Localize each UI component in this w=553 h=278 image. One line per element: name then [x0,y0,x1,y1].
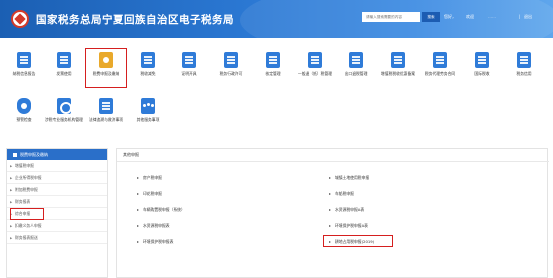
tax-bureau-logo-icon [11,10,29,28]
menu-item-export[interactable]: 出口退税管理 [334,52,378,76]
group-icon [141,98,155,114]
reduction-icon [141,52,155,68]
triangle-bullet-icon [137,209,139,211]
triangle-bullet-icon [137,193,139,195]
header-separator: | [519,14,521,19]
sidebar-item-vat[interactable]: ▶ 增值税申报 [7,160,107,172]
vat-icon [391,52,405,68]
search-input[interactable] [362,12,420,22]
service-menu-grid: 纳税信息报告 发票使用 税费申报及缴纳 税收减免 证明开具 税务行政许可 核定管… [0,44,553,138]
tax-link-water-a[interactable]: 水资源税申报A表 [329,207,364,213]
menu-item-law[interactable]: 法律追溯与救济事项 [84,98,128,122]
menu-item-verify[interactable]: 核定管理 [251,52,295,76]
sidebar-item-financial[interactable]: ▶ 财务报表 [7,196,107,208]
sidebar: 税费申报及缴纳 ▶ 增值税申报 ▶ 企业所得税申报 ▶ 附加税费申报 ▶ 财务报表 ▶ 综… [6,148,108,278]
gear-icon [57,98,72,114]
menu-item-vat[interactable]: 增值税税收优惠备案 [376,52,420,76]
menu-item-license[interactable]: 税务行政许可 [209,52,253,76]
menu-item-credit[interactable]: 税务信用 [502,52,546,76]
tax-link-vehicle[interactable]: 车辆购置税申报（系统） [137,207,185,213]
sidebar-item-income-tax[interactable]: ▶ 企业所得税申报 [7,172,107,184]
credit-icon [517,52,531,68]
content-panel: 其他申报 房产税申报 印花税申报 车辆购置税申报（系统） 水资源税申报表 环境保… [116,148,549,278]
shield-icon [17,98,31,114]
menu-item-other[interactable]: 其他服务事项 [126,98,170,122]
verify-icon [266,52,280,68]
menu-item-certificate[interactable]: 证明开具 [167,52,211,76]
sidebar-item-surcharge[interactable]: ▶ 附加税费申报 [7,184,107,196]
triangle-bullet-icon [137,241,139,243]
sidebar-title: 税费申报及缴纳 [20,152,48,157]
menu-item-reduction[interactable]: 税收减免 [126,52,170,76]
menu-square-icon [13,152,17,157]
chevron-right-icon: ▶ [10,200,13,204]
tax-link-stamp[interactable]: 印花税申报 [137,191,162,197]
logout-link[interactable]: 退出 [524,14,532,20]
menu-item-warning[interactable]: 预警检查 [2,98,46,122]
chevron-right-icon: ▶ [10,164,13,168]
user-extra: …… [488,14,496,19]
document-icon [17,52,31,68]
highlight-tax-declare [85,48,127,88]
search-button[interactable]: 搜索 [422,12,440,22]
tax-link-land-use[interactable]: 城镇土地使用税申报 [329,175,369,181]
menu-item-contract[interactable]: 税务代理劳务合同 [418,52,462,76]
menu-item-invoice[interactable]: 发票使用 [42,52,86,76]
tax-link-environment-a[interactable]: 环境保护税申报A表 [329,223,368,229]
content-divider [117,161,549,162]
invoice-icon [57,52,71,68]
triangle-bullet-icon [329,193,331,195]
content-title: 其他申报 [123,152,139,157]
tax-link-property[interactable]: 房产税申报 [137,175,162,181]
export-icon [349,52,363,68]
contract-icon [433,52,447,68]
chevron-right-icon: ▶ [10,236,13,240]
site-title: 国家税务总局宁夏回族自治区电子税务局 [36,14,234,26]
certificate-icon [182,52,196,68]
sidebar-item-withholding[interactable]: ▶ 扣缴义务人申报 [7,220,107,232]
triangle-bullet-icon [329,177,331,179]
menu-item-refund[interactable]: 一般退（抵）税管理 [293,52,337,76]
menu-item-global[interactable]: 国际税收 [460,52,504,76]
triangle-bullet-icon [329,225,331,227]
chevron-right-icon: ▶ [10,224,13,228]
highlight-sidebar-financial [10,208,44,220]
header-bar: 国家税务总局宁夏回族自治区电子税务局 搜索 您好， 欢迎 …… | 退出 [0,0,553,38]
global-icon [475,52,489,68]
menu-item-info-report[interactable]: 纳税信息报告 [2,52,46,76]
tax-link-environment[interactable]: 环境保护税申报表 [137,239,173,245]
tax-link-water[interactable]: 水资源税申报表 [137,223,170,229]
triangle-bullet-icon [137,225,139,227]
user-name[interactable]: 欢迎 [466,14,474,20]
triangle-bullet-icon [329,209,331,211]
chevron-right-icon: ▶ [10,176,13,180]
refund-icon [308,52,322,68]
greeting-text: 您好， [444,14,456,19]
highlight-farmland [323,235,393,247]
menu-item-agency[interactable]: 涉税专业服务机构管理 [42,98,86,122]
sidebar-item-report-submit[interactable]: ▶ 财务报表报送 [7,232,107,244]
law-icon [99,98,113,114]
sidebar-header: 税费申报及缴纳 [7,149,107,160]
triangle-bullet-icon [137,177,139,179]
chevron-right-icon: ▶ [10,188,13,192]
tax-link-vessel[interactable]: 车船税申报 [329,191,354,197]
license-icon [224,52,238,68]
